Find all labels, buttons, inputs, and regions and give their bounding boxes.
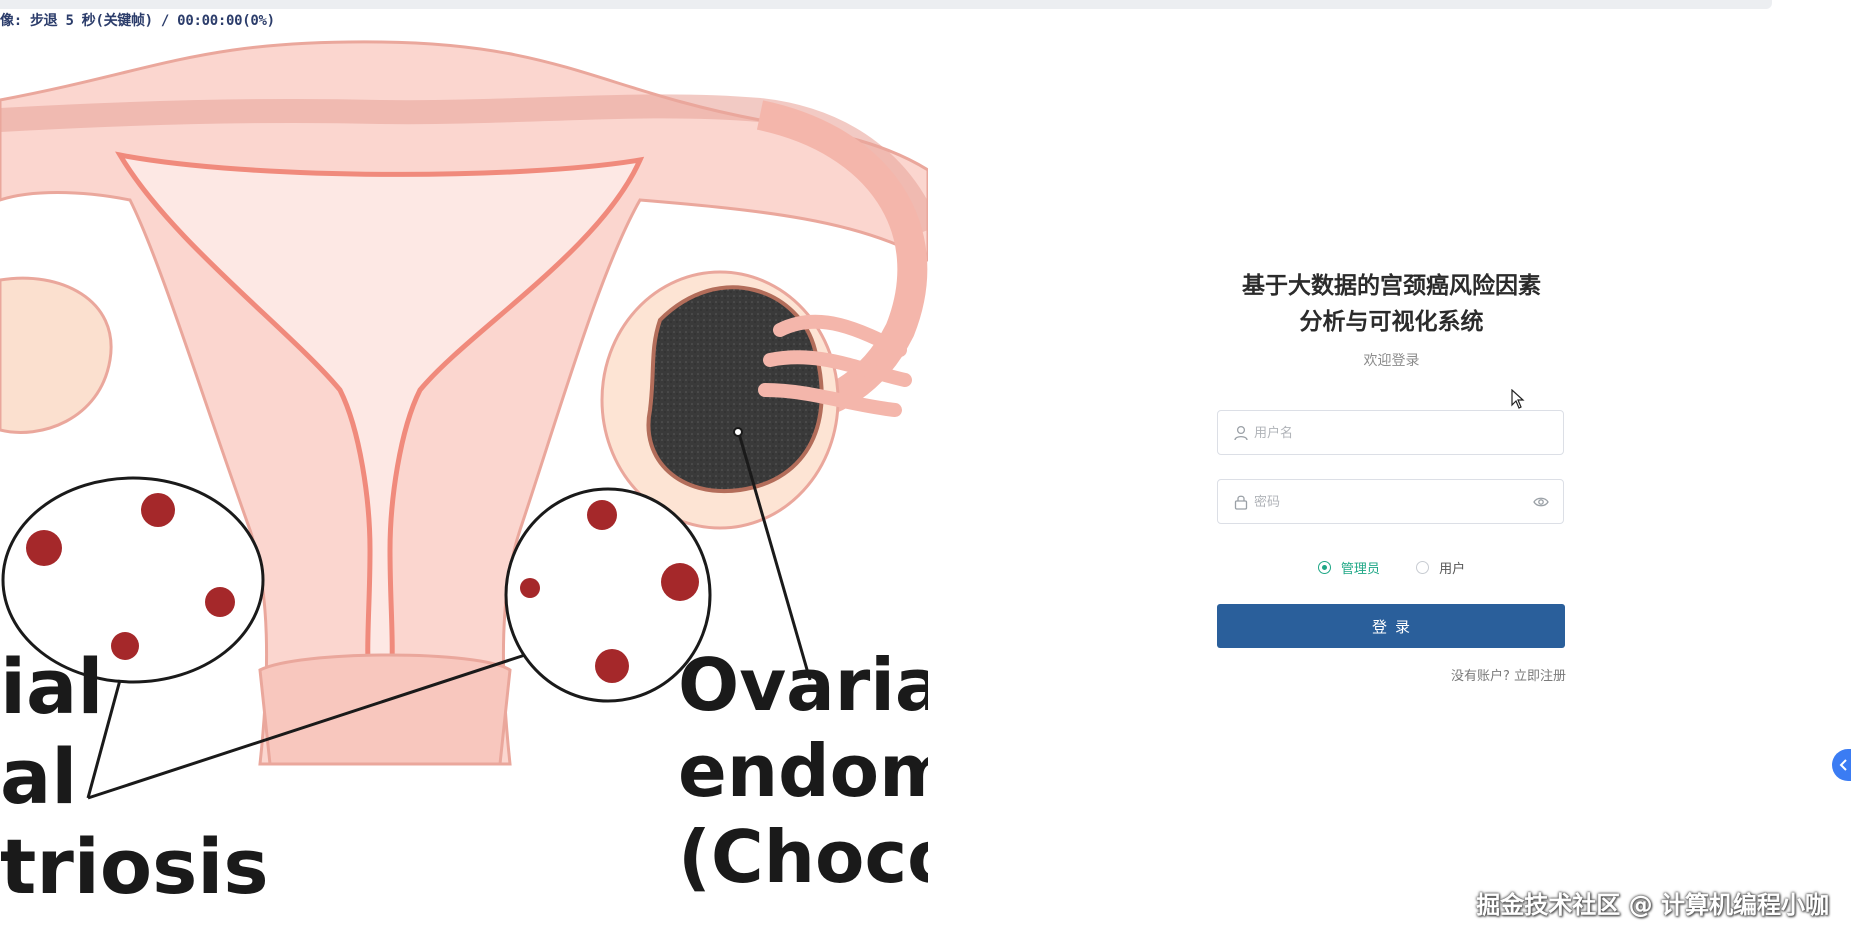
- uterus-illustration: ial al triosis Ovaria endom (Chocol: [0, 30, 928, 941]
- role-option-user[interactable]: 用户: [1416, 558, 1465, 577]
- login-panel: 基于大数据的宫颈癌风险因素 分析与可视化系统 欢迎登录 管理员 用户 登录: [1217, 268, 1566, 684]
- login-button[interactable]: 登录: [1217, 604, 1565, 648]
- role-label-admin: 管理员: [1340, 562, 1380, 577]
- user-icon: [1234, 425, 1248, 441]
- illustration-label-right-1: Ovaria: [678, 643, 928, 727]
- eye-icon[interactable]: [1533, 495, 1549, 509]
- mouse-cursor-icon: [1511, 389, 1525, 409]
- browser-top-bar: [0, 0, 1772, 9]
- illustration-label-left-2: al: [0, 732, 77, 821]
- illustration-label-left-1: ial: [0, 642, 103, 731]
- illustration-label-right-2: endom: [678, 729, 928, 813]
- system-title: 基于大数据的宫颈癌风险因素 分析与可视化系统: [1217, 268, 1566, 340]
- system-title-line-2: 分析与可视化系统: [1299, 309, 1484, 335]
- illustration-label-right-3: (Chocol: [678, 815, 928, 899]
- username-input[interactable]: [1252, 411, 1526, 456]
- watermark: 掘金技术社区 @ 计算机编程小咖: [1476, 891, 1829, 919]
- chevron-left-icon: [1839, 759, 1847, 771]
- radio-admin[interactable]: [1317, 561, 1331, 574]
- radio-user[interactable]: [1416, 561, 1430, 574]
- role-label-user: 用户: [1439, 562, 1466, 577]
- player-status-overlay: 像: 步退 5 秒(关键帧) / 00:00:00(0%): [0, 13, 275, 29]
- password-input[interactable]: [1252, 480, 1526, 525]
- password-field[interactable]: [1217, 479, 1564, 525]
- lock-icon: [1234, 495, 1248, 510]
- register-link[interactable]: 没有账户? 立即注册: [1451, 665, 1566, 684]
- side-panel-toggle[interactable]: [1832, 749, 1851, 781]
- welcome-subtitle: 欢迎登录: [1363, 353, 1420, 369]
- role-option-admin[interactable]: 管理员: [1317, 558, 1380, 577]
- system-title-line-1: 基于大数据的宫颈癌风险因素: [1242, 273, 1541, 299]
- role-selector: 管理员 用户: [1217, 558, 1566, 578]
- username-field[interactable]: [1217, 410, 1564, 456]
- illustration-label-left-3: triosis: [0, 822, 269, 911]
